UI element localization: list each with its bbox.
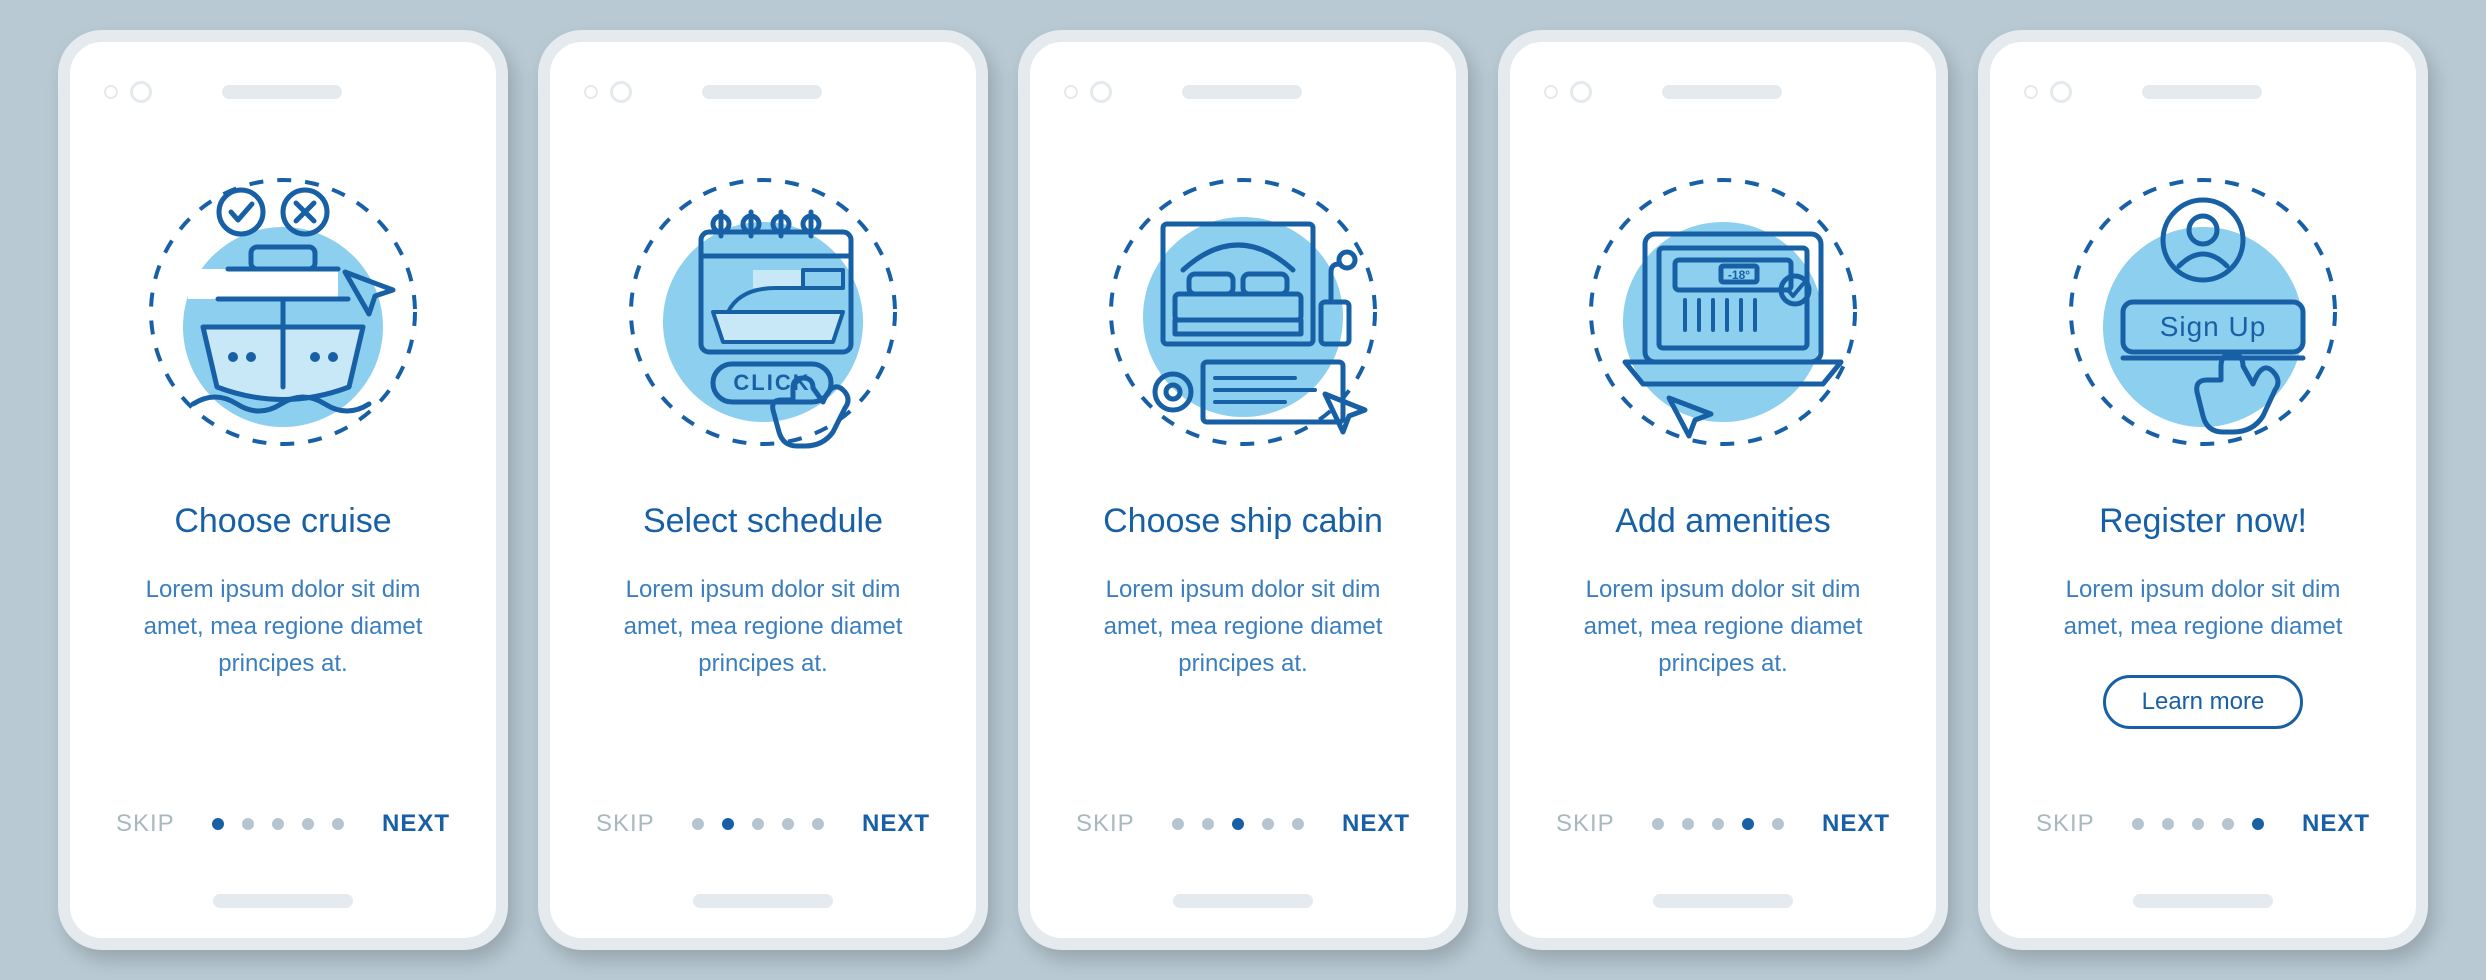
screen-title: Register now!	[2099, 502, 2307, 541]
status-bar	[104, 72, 462, 112]
next-button[interactable]: NEXT	[2302, 810, 2370, 838]
phone-frame-4: -18° Add amenities Lorem ipsum dolor sit…	[1498, 30, 1948, 950]
screen-body: Lorem ipsum dolor sit dim amet, mea regi…	[2024, 571, 2382, 645]
svg-text:CLICK: CLICK	[733, 370, 810, 395]
phone-frame-5: Sign Up Register now! Lorem ipsum dolor …	[1978, 30, 2428, 950]
home-indicator	[2133, 894, 2273, 908]
page-dots	[1652, 818, 1784, 830]
page-dots	[212, 818, 344, 830]
next-button[interactable]: NEXT	[1342, 810, 1410, 838]
signup-hand-icon: Sign Up	[2053, 162, 2353, 462]
learn-more-button[interactable]: Learn more	[2103, 675, 2304, 729]
screen-title: Choose cruise	[174, 502, 391, 541]
home-indicator	[1173, 894, 1313, 908]
status-bar	[2024, 72, 2382, 112]
status-bar	[584, 72, 942, 112]
phone-frame-1: Choose cruise Lorem ipsum dolor sit dim …	[58, 30, 508, 950]
phone-frame-3: Choose ship cabin Lorem ipsum dolor sit …	[1018, 30, 1468, 950]
status-bar	[1064, 72, 1422, 112]
phone-frame-2: CLICK Select schedule Lorem ipsum dolor …	[538, 30, 988, 950]
screen-body: Lorem ipsum dolor sit dim amet, mea regi…	[584, 571, 942, 683]
home-indicator	[693, 894, 833, 908]
skip-button[interactable]: SKIP	[1556, 810, 1615, 838]
laptop-amenities-icon: -18°	[1573, 162, 1873, 462]
cruise-ship-icon	[133, 162, 433, 462]
svg-text:-18°: -18°	[1728, 268, 1750, 282]
next-button[interactable]: NEXT	[862, 810, 930, 838]
onboarding-stage: Choose cruise Lorem ipsum dolor sit dim …	[0, 0, 2486, 980]
svg-text:Sign Up: Sign Up	[2160, 311, 2267, 342]
status-bar	[1544, 72, 1902, 112]
screen-body: Lorem ipsum dolor sit dim amet, mea regi…	[104, 571, 462, 683]
screen-title: Add amenities	[1615, 502, 1830, 541]
calendar-click-icon: CLICK	[613, 162, 913, 462]
next-button[interactable]: NEXT	[382, 810, 450, 838]
next-button[interactable]: NEXT	[1822, 810, 1890, 838]
cabin-bed-icon	[1093, 162, 1393, 462]
skip-button[interactable]: SKIP	[596, 810, 655, 838]
page-dots	[692, 818, 824, 830]
page-dots	[1172, 818, 1304, 830]
screen-body: Lorem ipsum dolor sit dim amet, mea regi…	[1064, 571, 1422, 683]
screen-title: Choose ship cabin	[1103, 502, 1383, 541]
page-dots	[2132, 818, 2264, 830]
screen-title: Select schedule	[643, 502, 883, 541]
skip-button[interactable]: SKIP	[116, 810, 175, 838]
home-indicator	[1653, 894, 1793, 908]
home-indicator	[213, 894, 353, 908]
screen-body: Lorem ipsum dolor sit dim amet, mea regi…	[1544, 571, 1902, 683]
skip-button[interactable]: SKIP	[1076, 810, 1135, 838]
skip-button[interactable]: SKIP	[2036, 810, 2095, 838]
